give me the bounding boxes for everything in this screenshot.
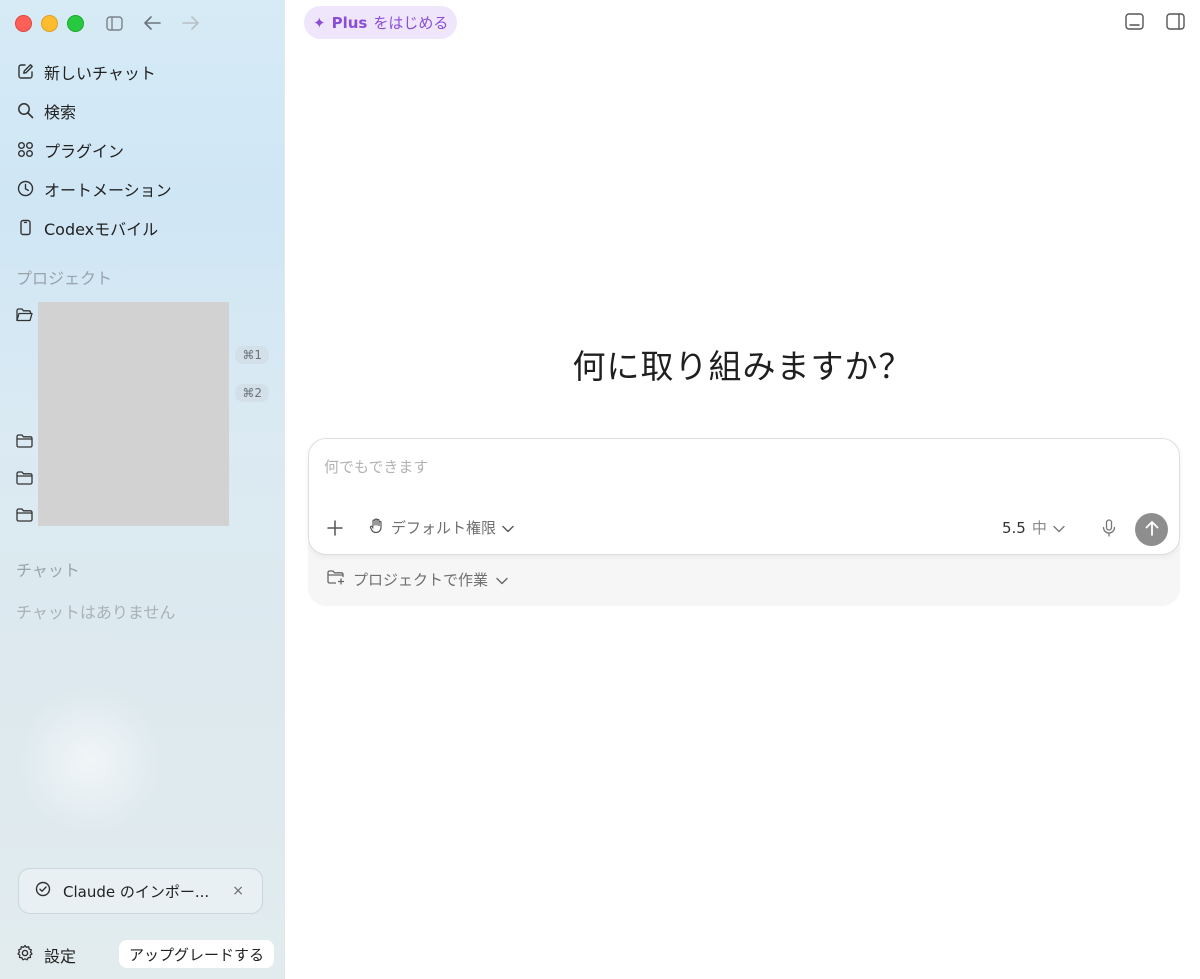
grid-icon (16, 141, 34, 159)
sidebar-item-label: オートメーション (44, 180, 172, 200)
sparkle-icon: ✦ (313, 13, 326, 32)
sidebar-item-search[interactable]: 検索 (0, 91, 284, 130)
sidebar-glow (20, 680, 160, 840)
sidebar-nav: 新しいチャット 検索 プラグイン オートメーション Codexモバイル (0, 52, 284, 247)
forward-arrow-icon[interactable] (181, 13, 201, 33)
hand-icon (369, 517, 385, 538)
send-button[interactable] (1135, 513, 1168, 546)
bottom-panel-toggle-icon[interactable] (1125, 13, 1145, 33)
sidebar-item-new-chat[interactable]: 新しいチャット (0, 52, 284, 91)
chevron-down-icon (502, 519, 514, 537)
sidebar-item-label: Codexモバイル (44, 219, 159, 239)
page-headline: 何に取り組みますか？ (572, 347, 913, 386)
folder-icon[interactable] (16, 507, 33, 524)
project-work-selector[interactable]: プロジェクトで作業 (327, 569, 508, 590)
settings-label: 設定 (44, 947, 77, 966)
project-shortcut-badge: ⌘1 (235, 346, 269, 364)
plus-label: Plus (331, 13, 368, 32)
chats-section-title: チャット (16, 561, 80, 580)
projects-section-title: プロジェクト (16, 269, 113, 288)
chevron-down-icon (496, 571, 508, 589)
sidebar-item-plugins[interactable]: プラグイン (0, 130, 284, 169)
plus-upgrade-pill[interactable]: ✦ Plus をはじめる (304, 6, 458, 39)
prompt-input[interactable]: 何でもできます (324, 456, 428, 477)
sidebar-item-codex-mobile[interactable]: Codexモバイル (0, 208, 284, 247)
add-attachment-icon[interactable] (326, 519, 344, 537)
folder-open-icon[interactable] (16, 307, 33, 324)
microphone-icon[interactable] (1101, 519, 1117, 537)
permission-selector[interactable]: デフォルト権限 (369, 517, 514, 538)
chevron-down-icon (1053, 519, 1065, 537)
folder-plus-icon (327, 570, 345, 589)
window-controls (15, 15, 84, 32)
import-notice[interactable]: Claude のインポー... × (18, 868, 263, 914)
right-panel-toggle-icon[interactable] (1166, 13, 1186, 33)
arrow-up-icon (1145, 520, 1159, 540)
edit-icon (16, 63, 34, 81)
zoom-window-button[interactable] (67, 15, 84, 32)
model-version: 5.5 (1002, 518, 1026, 537)
back-arrow-icon[interactable] (142, 13, 162, 33)
model-selector[interactable]: 5.5 中 (1002, 517, 1065, 538)
phone-icon (16, 219, 34, 237)
sidebar: 新しいチャット 検索 プラグイン オートメーション Codexモバイル プロジェ… (0, 0, 285, 979)
close-icon[interactable]: × (232, 883, 244, 899)
chats-empty-text: チャットはありません (16, 603, 176, 622)
import-notice-text: Claude のインポー... (63, 882, 210, 901)
sidebar-item-automation[interactable]: オートメーション (0, 169, 284, 208)
gear-icon (16, 944, 34, 966)
settings-button[interactable]: 設定 (16, 943, 76, 967)
sidebar-item-label: プラグイン (44, 141, 125, 161)
permission-label: デフォルト権限 (391, 519, 497, 537)
search-icon (16, 102, 34, 120)
toggle-sidebar-icon[interactable] (104, 13, 124, 33)
folder-icon[interactable] (16, 433, 33, 450)
clock-icon (16, 180, 34, 198)
project-shortcut-badge: ⌘2 (235, 384, 269, 402)
upgrade-button[interactable]: アップグレードする (118, 940, 274, 968)
prompt-composer[interactable]: 何でもできます デフォルト権限 5.5 中 (308, 438, 1180, 555)
sidebar-footer: 設定 アップグレードする (16, 940, 278, 970)
sidebar-item-label: 検索 (44, 102, 77, 122)
minimize-window-button[interactable] (41, 15, 58, 32)
sidebar-item-label: 新しいチャット (44, 63, 156, 83)
model-level: 中 (1031, 519, 1047, 537)
check-circle-icon (35, 881, 51, 901)
redacted-project-list (38, 302, 229, 526)
folder-icon[interactable] (16, 470, 33, 487)
close-window-button[interactable] (15, 15, 32, 32)
plus-pill-text: をはじめる (373, 14, 449, 32)
project-work-label: プロジェクトで作業 (353, 571, 489, 589)
